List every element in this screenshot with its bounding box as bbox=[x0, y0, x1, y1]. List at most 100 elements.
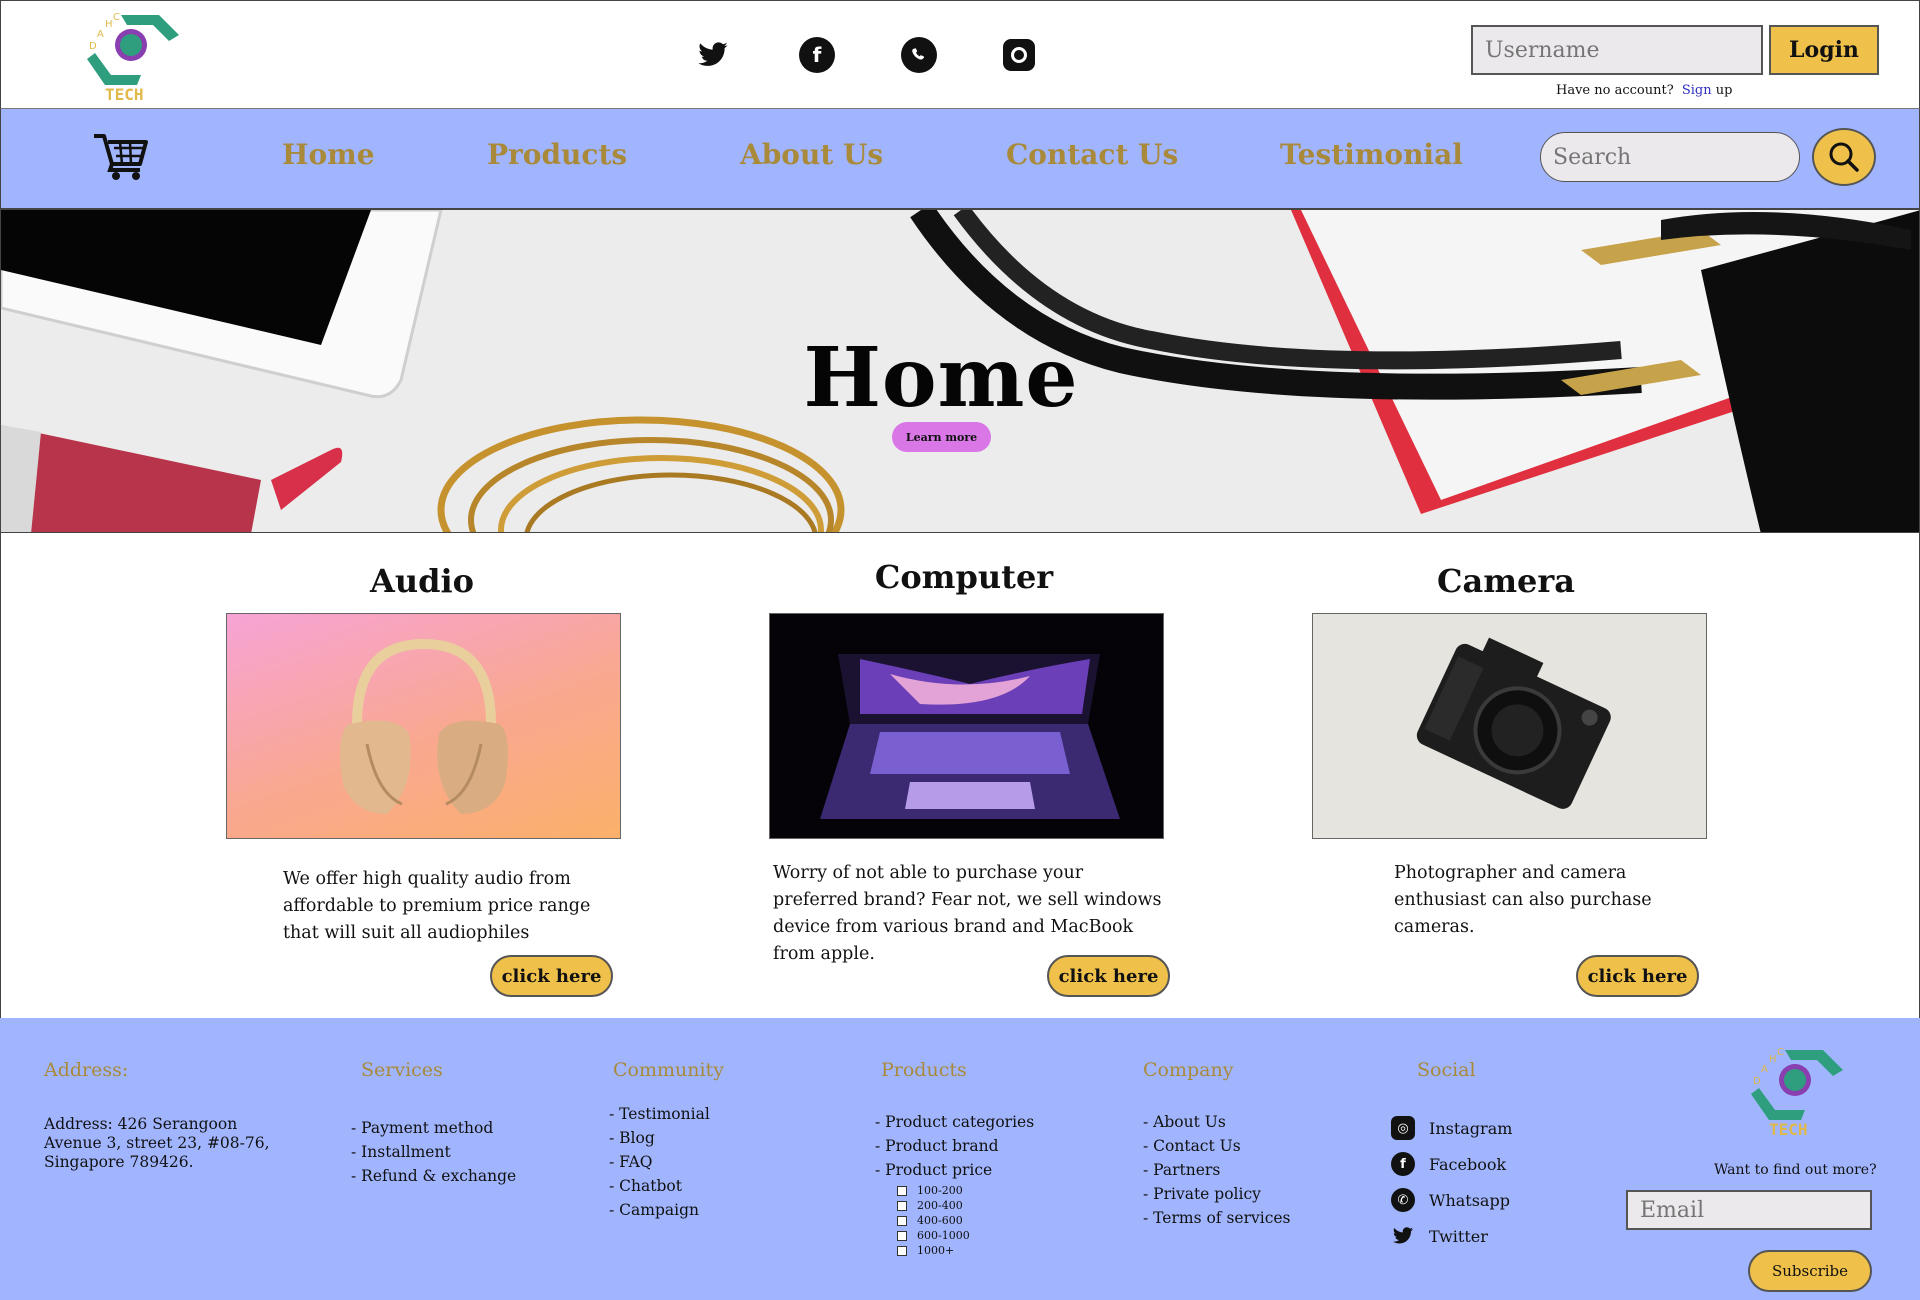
price-checkbox[interactable] bbox=[897, 1230, 907, 1241]
laptop-icon bbox=[820, 654, 1120, 819]
address-line-1: Address: 426 Serangoon bbox=[44, 1115, 238, 1133]
signup-suffix: up bbox=[1715, 83, 1733, 98]
footer-social-heading: Social bbox=[1417, 1059, 1476, 1081]
instagram-icon[interactable] bbox=[1003, 39, 1035, 71]
signup-link[interactable]: Sign bbox=[1682, 83, 1712, 98]
address-line-2: Avenue 3, street 23, #08-76, bbox=[44, 1134, 270, 1152]
price-range-option[interactable]: 100-200 bbox=[897, 1183, 1034, 1198]
footer-link[interactable]: - Product brand bbox=[875, 1134, 1034, 1158]
price-checkbox[interactable] bbox=[897, 1185, 907, 1196]
camera-click-here-button[interactable]: click here bbox=[1576, 955, 1699, 997]
footer-link[interactable]: - Partners bbox=[1143, 1158, 1291, 1182]
nav-home[interactable]: Home bbox=[282, 138, 375, 171]
price-range-option[interactable]: 400-600 bbox=[897, 1213, 1034, 1228]
facebook-icon[interactable]: f bbox=[799, 37, 835, 73]
audio-click-here-button[interactable]: click here bbox=[490, 955, 613, 997]
footer-community-heading: Community bbox=[613, 1059, 724, 1081]
price-range-option[interactable]: 600-1000 bbox=[897, 1228, 1034, 1243]
cart-icon[interactable] bbox=[92, 130, 148, 182]
logo-text: TECH bbox=[105, 85, 144, 104]
site-logo[interactable]: D A H C TECH bbox=[81, 7, 186, 107]
footer-address-heading: Address: bbox=[44, 1059, 129, 1081]
svg-text:A: A bbox=[97, 29, 104, 40]
logo-text: TECH bbox=[1769, 1120, 1808, 1139]
footer-social-instagram[interactable]: ◎ Instagram bbox=[1391, 1110, 1512, 1146]
search-button[interactable] bbox=[1812, 128, 1876, 186]
footer-link[interactable]: - Refund & exchange bbox=[351, 1164, 516, 1188]
svg-text:D: D bbox=[89, 41, 97, 52]
price-range-filter: 100-200 200-400 400-600 600-1000 1000+ bbox=[875, 1183, 1034, 1258]
footer-services-heading: Services bbox=[361, 1059, 443, 1081]
footer-link[interactable]: - Chatbot bbox=[609, 1174, 710, 1198]
footer-link[interactable]: - Terms of services bbox=[1143, 1206, 1291, 1230]
svg-text:A: A bbox=[1761, 1064, 1768, 1075]
footer-link[interactable]: - Payment method bbox=[351, 1116, 516, 1140]
signup-prompt: Have no account? Sign up bbox=[1556, 83, 1732, 98]
category-text-camera: Photographer and camera enthusiast can a… bbox=[1394, 863, 1652, 937]
footer-link[interactable]: - FAQ bbox=[609, 1150, 710, 1174]
footer-social-twitter[interactable]: Twitter bbox=[1391, 1218, 1512, 1254]
category-title-audio: Audio bbox=[370, 562, 474, 600]
category-title-camera: Camera bbox=[1436, 562, 1575, 600]
whatsapp-icon: ✆ bbox=[1391, 1188, 1415, 1212]
svg-text:C: C bbox=[1777, 1047, 1784, 1058]
price-range-option[interactable]: 200-400 bbox=[897, 1198, 1034, 1213]
price-checkbox[interactable] bbox=[897, 1215, 907, 1226]
login-button[interactable]: Login bbox=[1769, 25, 1879, 75]
nav-about-us[interactable]: About Us bbox=[740, 138, 883, 171]
facebook-icon: f bbox=[1391, 1152, 1415, 1176]
footer-logo[interactable]: D A H C TECH bbox=[1745, 1042, 1850, 1142]
audio-image[interactable] bbox=[226, 613, 621, 839]
footer-company-heading: Company bbox=[1143, 1059, 1234, 1081]
computer-click-here-button[interactable]: click here bbox=[1047, 955, 1170, 997]
nav-testimonial[interactable]: Testimonial bbox=[1280, 138, 1463, 171]
twitter-icon[interactable] bbox=[695, 37, 731, 73]
footer-link[interactable]: - Blog bbox=[609, 1126, 710, 1150]
newsletter-prompt: Want to find out more? bbox=[1714, 1162, 1877, 1178]
email-field[interactable] bbox=[1626, 1190, 1872, 1230]
footer-company-list: - About Us - Contact Us - Partners - Pri… bbox=[1143, 1110, 1291, 1230]
subscribe-button[interactable]: Subscribe bbox=[1748, 1250, 1872, 1292]
learn-more-button[interactable]: Learn more bbox=[892, 422, 991, 452]
footer-services-list: - Payment method - Installment - Refund … bbox=[351, 1116, 516, 1188]
footer-link[interactable]: - Installment bbox=[351, 1140, 516, 1164]
search-input[interactable] bbox=[1540, 132, 1800, 182]
instagram-icon: ◎ bbox=[1391, 1116, 1415, 1140]
hero-banner: Home Learn more bbox=[0, 209, 1920, 533]
computer-image[interactable] bbox=[769, 613, 1164, 839]
username-field[interactable] bbox=[1471, 25, 1763, 75]
footer-link[interactable]: - Product price bbox=[875, 1158, 1034, 1182]
nav-products[interactable]: Products bbox=[487, 138, 627, 171]
footer-link[interactable]: - Contact Us bbox=[1143, 1134, 1291, 1158]
footer-social-whatsapp[interactable]: ✆ Whatsapp bbox=[1391, 1182, 1512, 1218]
nav-contact-us[interactable]: Contact Us bbox=[1006, 138, 1178, 171]
svg-text:D: D bbox=[1753, 1076, 1761, 1087]
footer-link[interactable]: - Testimonial bbox=[609, 1102, 710, 1126]
svg-text:H: H bbox=[1769, 1054, 1777, 1065]
footer-link[interactable]: - Private policy bbox=[1143, 1182, 1291, 1206]
svg-text:H: H bbox=[105, 19, 113, 30]
search-icon bbox=[1829, 142, 1859, 172]
twitter-icon bbox=[1391, 1224, 1415, 1248]
whatsapp-icon[interactable] bbox=[901, 37, 937, 73]
price-range-option[interactable]: 1000+ bbox=[897, 1243, 1034, 1258]
price-checkbox[interactable] bbox=[897, 1245, 907, 1256]
hero-title: Home bbox=[803, 330, 1079, 426]
footer-community-list: - Testimonial - Blog - FAQ - Chatbot - C… bbox=[609, 1102, 710, 1222]
footer-products-heading: Products bbox=[881, 1059, 967, 1081]
footer-social-facebook[interactable]: f Facebook bbox=[1391, 1146, 1512, 1182]
camera-icon bbox=[1416, 637, 1611, 809]
footer-link[interactable]: - Product categories bbox=[875, 1110, 1034, 1134]
address-line-3: Singapore 789426. bbox=[44, 1153, 194, 1171]
category-text-audio: We offer high quality audio from afforda… bbox=[283, 869, 591, 943]
footer-link[interactable]: - Campaign bbox=[609, 1198, 710, 1222]
footer-link[interactable]: - About Us bbox=[1143, 1110, 1291, 1134]
no-account-text: Have no account? bbox=[1556, 83, 1674, 98]
price-checkbox[interactable] bbox=[897, 1200, 907, 1211]
camera-image[interactable] bbox=[1312, 613, 1707, 839]
top-header: D A H C TECH f Login Have no account? Si… bbox=[0, 0, 1920, 108]
footer-products-list: - Product categories - Product brand - P… bbox=[875, 1110, 1034, 1258]
category-text-computer: Worry of not able to purchase your prefe… bbox=[773, 863, 1162, 964]
category-title-computer: Computer bbox=[874, 558, 1054, 596]
headphones-icon bbox=[340, 638, 508, 814]
